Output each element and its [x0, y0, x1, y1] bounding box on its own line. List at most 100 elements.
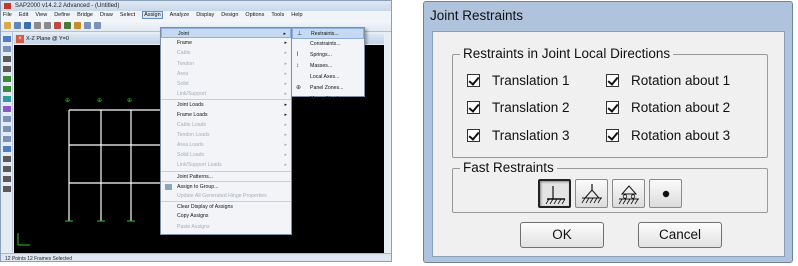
rotation-1-row[interactable]: Rotation about 1	[606, 71, 730, 89]
menu-define[interactable]: Define	[54, 12, 70, 18]
translation-1-row[interactable]: Translation 1	[467, 71, 570, 89]
submenu-arrow-icon: ▸	[284, 131, 287, 138]
quick-draw-icon[interactable]	[3, 66, 11, 72]
pointer-tool-icon[interactable]	[3, 36, 11, 42]
axis-triad	[17, 233, 30, 246]
assign-menu-label: Joint	[178, 31, 189, 37]
clear-selection-icon[interactable]	[3, 136, 11, 142]
cancel-button[interactable]: Cancel	[638, 222, 722, 248]
assign-menu-item[interactable]: Joint ▸	[161, 28, 291, 39]
translation-2-row[interactable]: Translation 2	[467, 98, 570, 116]
joint-submenu-item[interactable]: ⊥ Restraints...	[292, 28, 364, 39]
joint-submenu-label: Panel Zones...	[310, 85, 344, 91]
menu-file[interactable]: File	[3, 12, 12, 18]
draw-solid-icon[interactable]	[3, 96, 11, 102]
free-joint-button[interactable]	[649, 179, 682, 208]
fast-restraints-group: Fast Restraints	[452, 160, 768, 213]
pinned-support-button[interactable]	[575, 179, 608, 208]
joint-label-icon: ⊕	[127, 97, 132, 104]
joint-submenu-label: Merge Number...	[310, 96, 349, 102]
assign-menu-item: Area Loads ▸	[161, 140, 291, 150]
rotation-2-row[interactable]: Rotation about 2	[606, 98, 730, 116]
menu-view[interactable]: View	[35, 12, 47, 18]
menu-tools[interactable]: Tools	[271, 12, 284, 18]
menu-display[interactable]: Display	[196, 12, 214, 18]
draw-rect-area-icon[interactable]	[3, 86, 11, 92]
close-view-icon[interactable]: ×	[16, 35, 24, 43]
draw-frame-icon[interactable]	[3, 56, 11, 62]
open-icon[interactable]	[14, 22, 21, 29]
zoom-out-icon[interactable]	[94, 22, 101, 29]
menu-bridge[interactable]: Bridge	[77, 12, 93, 18]
rotation-3-row[interactable]: Rotation about 3	[606, 126, 730, 144]
assign-menu-item[interactable]: Copy Assigns	[161, 211, 291, 221]
assign-menu-label: Solid Loads	[177, 152, 205, 159]
translation-1-checkbox[interactable]	[467, 73, 480, 87]
assign-menu-item[interactable]: Frame Loads ▸	[161, 110, 291, 120]
assign-menu-label: Area	[177, 70, 188, 77]
joint-submenu-item[interactable]: Constraints...	[292, 39, 364, 50]
assign-menu-item[interactable]: Assign to Group...	[161, 180, 291, 191]
assign-menu-label: Joint Patterns...	[177, 173, 214, 180]
joint-submenu-item[interactable]: Local Axes...	[292, 72, 364, 83]
menu-assign[interactable]: Assign	[142, 11, 163, 19]
snap-perpendicular-icon[interactable]	[3, 186, 11, 192]
intersecting-line-select-icon[interactable]	[3, 146, 11, 152]
zoom-icon[interactable]	[84, 22, 91, 29]
menu-select[interactable]: Select	[120, 12, 135, 18]
free-joint-icon	[662, 190, 670, 198]
reshape-tool-icon[interactable]	[3, 46, 11, 52]
lock-icon[interactable]	[64, 22, 71, 29]
translation-3-checkbox[interactable]	[467, 128, 480, 142]
joint-submenu-item[interactable]: ⌇ Springs...	[292, 50, 364, 61]
new-model-icon[interactable]	[4, 22, 11, 29]
assign-menu-item[interactable]: Frame ▸	[161, 38, 291, 48]
menu-help[interactable]: Help	[291, 12, 302, 18]
menu-edit[interactable]: Edit	[19, 12, 28, 18]
draw-link-icon[interactable]	[3, 106, 11, 112]
run-analysis-icon[interactable]	[74, 22, 81, 29]
rotation-3-checkbox[interactable]	[606, 128, 619, 142]
assign-menu-label: Area Loads	[177, 142, 204, 149]
assign-menu-item: Tendon ▸	[161, 59, 291, 69]
draw-area-icon[interactable]	[3, 76, 11, 82]
select-all-icon[interactable]	[3, 116, 11, 122]
menu-analyze[interactable]: Analyze	[170, 12, 190, 18]
fixed-support-button[interactable]	[538, 179, 571, 208]
assign-menu-label: Copy Assigns	[177, 213, 209, 220]
assign-menu-item[interactable]: Clear Display of Assigns	[161, 201, 291, 211]
refresh-icon[interactable]	[54, 22, 61, 29]
assign-menu-item[interactable]: Joint Patterns...	[161, 170, 291, 181]
translation-3-label: Translation 3	[492, 127, 570, 143]
sap-menu-bar: File Edit View Define Bridge Draw Select Assign…	[1, 11, 391, 20]
get-previous-selection-icon[interactable]	[3, 126, 11, 132]
assign-menu-label: Paste Assigns	[177, 223, 210, 230]
menu-options[interactable]: Options	[245, 12, 264, 18]
snap-intersection-icon[interactable]	[3, 176, 11, 182]
assign-menu-item[interactable]: Joint Loads ▸	[161, 99, 291, 109]
assign-menu-label: Link/Support Loads	[177, 162, 222, 169]
menu-draw[interactable]: Draw	[100, 12, 113, 18]
snap-joints-icon[interactable]	[3, 156, 11, 162]
translation-3-row[interactable]: Translation 3	[467, 126, 570, 144]
menu-design[interactable]: Design	[221, 12, 238, 18]
undo-icon[interactable]	[34, 22, 41, 29]
assign-menu-item: Paste Assigns	[161, 222, 291, 232]
snap-midpoint-icon[interactable]	[3, 166, 11, 172]
sap-title-bar: SAP2000 v14.2.2 Advanced - (Untitled)	[1, 1, 391, 11]
joint-submenu-item[interactable]: Merge Number...	[292, 94, 364, 105]
rotation-2-label: Rotation about 2	[631, 99, 731, 115]
assign-menu-label: Link/Support	[177, 91, 207, 98]
joint-submenu-item[interactable]: ↕ Masses...	[292, 61, 364, 72]
rotation-1-label: Rotation about 1	[631, 72, 731, 88]
save-icon[interactable]	[24, 22, 31, 29]
rotation-1-checkbox[interactable]	[606, 73, 619, 87]
assign-menu-label: Clear Display of Assigns	[177, 204, 233, 211]
roller-support-button[interactable]	[612, 179, 645, 208]
ok-button[interactable]: OK	[520, 222, 604, 248]
rotation-2-checkbox[interactable]	[606, 100, 619, 114]
translation-2-checkbox[interactable]	[467, 100, 480, 114]
joint-submenu-item[interactable]: ⊕ Panel Zones...	[292, 83, 364, 94]
dialog-title: Joint Restraints	[430, 8, 524, 23]
redo-icon[interactable]	[44, 22, 51, 29]
